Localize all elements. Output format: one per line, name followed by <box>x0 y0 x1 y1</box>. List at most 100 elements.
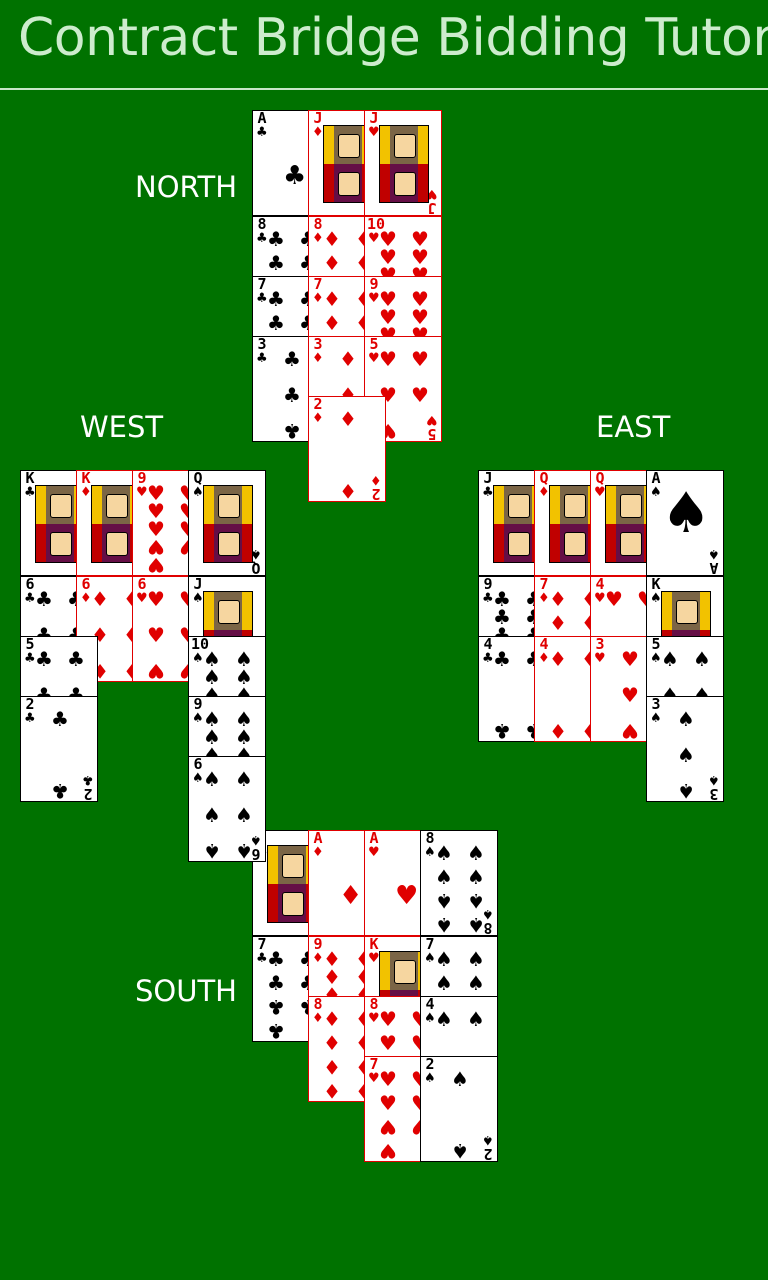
suit-pip-icon: ♣ <box>283 383 301 407</box>
card-suit-icon: ♥ <box>368 231 380 246</box>
suit-pip-icon: ♦ <box>549 647 567 671</box>
seat-label-east: EAST <box>596 410 671 444</box>
suit-pip-icon: ♥ <box>621 719 639 742</box>
suit-pip-icon: ♠ <box>467 841 485 865</box>
suit-pip-icon: ♠ <box>693 647 711 671</box>
card-suit-icon: ♦ <box>312 351 324 366</box>
suit-pip-icon: ♣ <box>267 251 285 275</box>
suit-pip-icon: ♣ <box>35 647 53 671</box>
card-rank: 3 <box>651 696 661 713</box>
suit-pip-icon: ♠ <box>235 767 253 791</box>
suit-pip-icon: ♥ <box>147 587 165 611</box>
suit-pip-icon: ♠ <box>467 913 485 936</box>
card-suit-icon: ♠ <box>192 591 204 606</box>
card-suit-icon: ♥ <box>368 291 380 306</box>
card-suit-icon: ♣ <box>482 591 494 606</box>
card-suit-icon: ♥ <box>368 1071 380 1086</box>
card-suit-icon: ♣ <box>256 125 268 140</box>
suit-pip-icon: ♦ <box>323 287 341 311</box>
card-suit-icon: ♦ <box>538 591 550 606</box>
card-west-4[interactable]: Q ♠ Q ♠ <box>188 470 266 576</box>
card-rank-bottom: 5 <box>427 425 437 442</box>
suit-pip-icon: ♥ <box>379 1031 397 1055</box>
card-rank: A <box>257 110 267 127</box>
suit-pip-icon: ♣ <box>493 647 511 671</box>
card-suit-icon: ♣ <box>24 485 36 500</box>
card-west-13[interactable]: 6 ♠ 6 ♠ ♠ ♠ ♠ ♠ ♠ ♠ <box>188 756 266 862</box>
suit-pip-icon: ♥ <box>147 659 165 682</box>
card-suit-icon: ♠ <box>424 1071 436 1086</box>
suit-pip-icon: ♠ <box>435 889 453 913</box>
card-suit-icon: ♥ <box>136 485 148 500</box>
suit-pip-icon: ♣ <box>493 719 511 742</box>
card-rank: K <box>81 470 91 487</box>
suit-pip-icon: ♣ <box>267 227 285 251</box>
suit-pip-icon: ♥ <box>379 1091 397 1115</box>
suit-pip-icon: ♦ <box>339 347 357 371</box>
card-suit-icon: ♠ <box>424 845 436 860</box>
suit-pip-icon: ♥ <box>379 1007 397 1031</box>
card-suit-icon: ♣ <box>24 651 36 666</box>
suit-pip-icon: ♠ <box>235 839 253 862</box>
card-suit-bottom-icon: ♠ <box>482 1132 494 1147</box>
suit-pip-icon: ♥ <box>379 1115 397 1139</box>
card-suit-icon: ♣ <box>256 351 268 366</box>
suit-pip-icon: ♥ <box>605 587 623 611</box>
suit-pip-icon: ♦ <box>549 719 567 742</box>
suit-pip-icon: ♣ <box>51 707 69 731</box>
card-west-11[interactable]: 2 ♣ 2 ♣ ♣ ♣ <box>20 696 98 802</box>
card-rank-bottom: 2 <box>483 1145 493 1162</box>
card-rank: J <box>483 470 493 487</box>
suit-pip-icon: ♥ <box>147 553 165 576</box>
card-north-3[interactable]: J ♥ J ♥ <box>364 110 442 216</box>
card-rank: 3 <box>595 636 605 653</box>
ace-pip-icon: ♦ <box>339 881 363 911</box>
suit-pip-icon: ♠ <box>451 1139 469 1162</box>
card-rank: J <box>369 110 379 127</box>
card-east-13[interactable]: 3 ♠ 3 ♠ ♠ ♠ ♠ <box>646 696 724 802</box>
suit-pip-icon: ♥ <box>379 1139 397 1162</box>
suit-pip-icon: ♥ <box>621 683 639 707</box>
suit-pip-icon: ♠ <box>661 647 679 671</box>
card-suit-bottom-icon: ♠ <box>708 546 720 561</box>
card-rank: K <box>369 936 379 953</box>
suit-pip-icon: ♣ <box>267 287 285 311</box>
suit-pip-icon: ♣ <box>51 779 69 802</box>
card-rank-bottom: A <box>709 559 719 576</box>
card-rank: 3 <box>313 336 323 353</box>
card-suit-icon: ♠ <box>650 651 662 666</box>
suit-pip-icon: ♠ <box>677 779 695 802</box>
suit-pip-icon: ♦ <box>323 1079 341 1102</box>
card-south-4[interactable]: 8 ♠ 8 ♠ ♠ ♠ ♠ ♠ ♠ ♠ ♠ ♠ <box>420 830 498 936</box>
suit-pip-icon: ♦ <box>323 1031 341 1055</box>
card-east-4[interactable]: A ♠ A ♠ ♠ <box>646 470 724 576</box>
card-rank: 2 <box>313 396 323 413</box>
card-suit-icon: ♦ <box>538 485 550 500</box>
suit-pip-icon: ♦ <box>339 479 357 502</box>
suit-pip-icon: ♣ <box>267 995 285 1019</box>
card-suit-icon: ♣ <box>482 485 494 500</box>
suit-pip-icon: ♦ <box>323 1007 341 1031</box>
card-suit-icon: ♦ <box>312 1011 324 1026</box>
suit-pip-icon: ♦ <box>323 251 341 275</box>
seat-label-west: WEST <box>80 410 164 444</box>
card-north-13[interactable]: 2 ♦ 2 ♦ ♦ ♦ <box>308 396 386 502</box>
suit-pip-icon: ♠ <box>451 1067 469 1091</box>
card-suit-icon: ♦ <box>80 591 92 606</box>
ace-pip-icon: ♣ <box>283 161 307 191</box>
suit-pip-icon: ♠ <box>467 971 485 995</box>
suit-pip-icon: ♠ <box>435 971 453 995</box>
card-suit-icon: ♦ <box>538 651 550 666</box>
suit-pip-icon: ♣ <box>35 587 53 611</box>
suit-pip-icon: ♠ <box>203 803 221 827</box>
seat-label-north: NORTH <box>135 170 238 204</box>
suit-pip-icon: ♠ <box>677 743 695 767</box>
card-rank: Q <box>595 470 605 487</box>
suit-pip-icon: ♠ <box>435 1007 453 1031</box>
card-south-13[interactable]: 2 ♠ 2 ♠ ♠ ♠ <box>420 1056 498 1162</box>
ace-pip-icon: ♠ <box>661 481 712 546</box>
suit-pip-icon: ♣ <box>283 419 301 442</box>
suit-pip-icon: ♠ <box>235 803 253 827</box>
suit-pip-icon: ♥ <box>411 347 429 371</box>
title-divider <box>0 88 768 90</box>
